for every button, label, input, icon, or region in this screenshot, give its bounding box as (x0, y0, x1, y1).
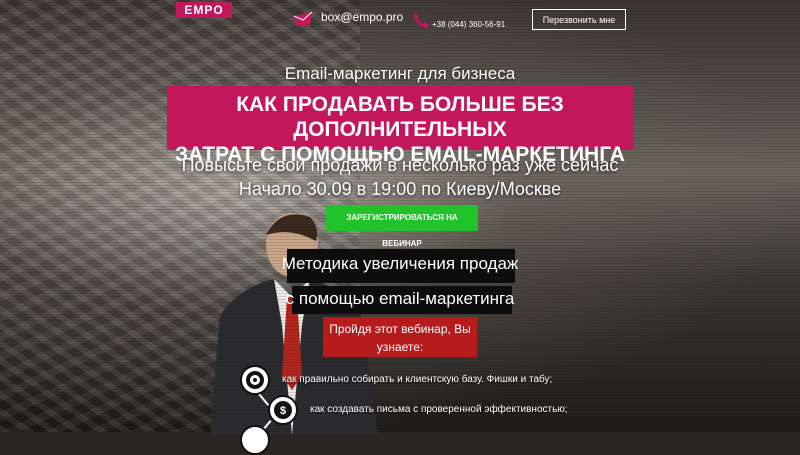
phone-icon (413, 13, 429, 28)
next-benefit-icon (240, 425, 270, 455)
dollar-icon: $ (268, 395, 298, 425)
benefit-item-1: как правильно собирать и клиентскую базу… (282, 374, 553, 385)
benefit-item-2: как создавать письма с проверенной эффек… (310, 404, 568, 415)
method-title-line-1: Методика увеличения продаж (281, 254, 519, 273)
callback-button[interactable]: Перезвонить мне (532, 9, 626, 30)
learn-line-1: Пройдя этот вебинар, Вы (329, 322, 471, 336)
phone-link[interactable]: +38 (044) 360-56-91 (432, 20, 505, 29)
promo-line-1: Повысьте свои продажи в несколько раз уж… (181, 155, 619, 175)
promo-date: Начало 30.09 в 19:00 по Киеву/Москве (238, 179, 562, 199)
logo[interactable]: EMPO (176, 2, 232, 18)
site-header: EMPO box@empo.pro +38 (044) 360-56-91 Пе… (0, 0, 800, 40)
target-icon (240, 365, 270, 395)
method-title-line-2: с помощью email-маркетинга (285, 289, 515, 308)
svg-text:$: $ (280, 405, 286, 417)
email-icon (293, 11, 313, 26)
register-webinar-button[interactable]: ЗАРЕГИСТРИРОВАТЬСЯ НА ВЕБИНАР (326, 205, 478, 248)
learn-box: Пройдя этот вебинар, Вы узнаете: (323, 317, 477, 357)
logo-tagline-graphic (234, 14, 264, 36)
headline-line-1: КАК ПРОДАВАТЬ БОЛЬШЕ БЕЗ ДОПОЛНИТЕЛЬНЫХ (236, 93, 564, 141)
learn-line-2: узнаете: (376, 340, 424, 354)
email-link[interactable]: box@empo.pro (321, 10, 403, 24)
hero-promo: Повысьте свои продажи в несколько раз уж… (0, 153, 800, 201)
hero-subtitle: Email-маркетинг для бизнеса (284, 64, 516, 83)
hero-headline: КАК ПРОДАВАТЬ БОЛЬШЕ БЕЗ ДОПОЛНИТЕЛЬНЫХ … (167, 86, 633, 166)
